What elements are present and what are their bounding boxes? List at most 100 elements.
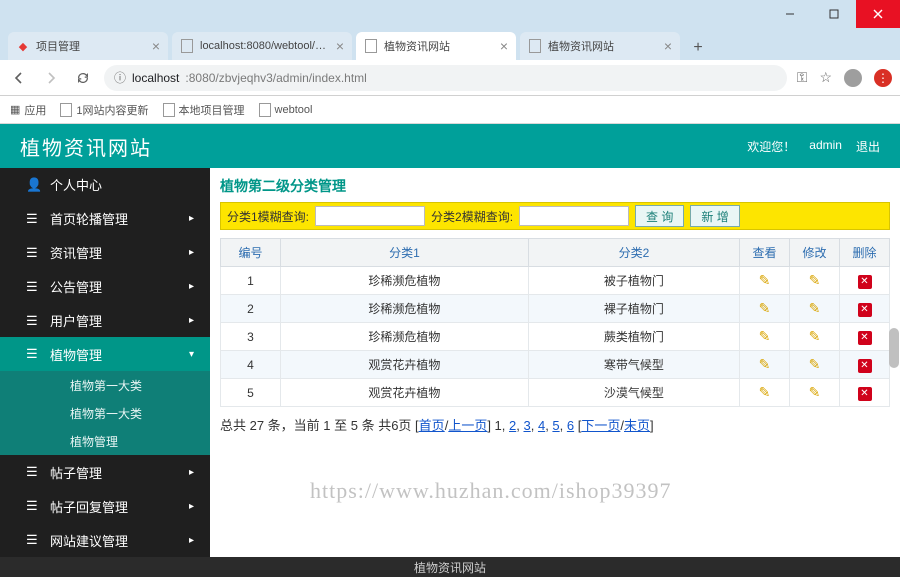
header-welcome: 欢迎您！ xyxy=(747,138,795,155)
browser-menu-button[interactable]: ⋮ xyxy=(874,69,892,87)
cell-id: 4 xyxy=(221,351,281,379)
doc-icon xyxy=(163,103,175,117)
nav-reload-button[interactable] xyxy=(72,67,94,89)
pager-summary: 总共 27 条，当前 1 至 5 条 共6页 [ xyxy=(220,418,419,433)
pager-first[interactable]: 首页 xyxy=(419,418,445,433)
sidebar-label: 首页轮播管理 xyxy=(50,209,128,228)
pager-next[interactable]: 下一页 xyxy=(581,418,620,433)
stack-icon: ☰ xyxy=(26,313,40,329)
pager-page-4[interactable]: 4 xyxy=(538,418,545,433)
app-title: 植物资讯网站 xyxy=(20,132,152,161)
sidebar-item-plants[interactable]: ☰ 植物管理 ▾ xyxy=(0,337,210,371)
sidebar-item-replies[interactable]: ☰帖子回复管理▸ xyxy=(0,489,210,523)
new-tab-button[interactable]: + xyxy=(684,36,712,60)
pager-page-3[interactable]: 3 xyxy=(523,418,530,433)
window-minimize-button[interactable] xyxy=(768,0,812,28)
data-table: 编号 分类1 分类2 查看 修改 删除 1珍稀濒危植物被子植物门✎✎✕2珍稀濒危… xyxy=(220,238,890,407)
stack-icon: ☰ xyxy=(26,464,40,480)
caret-down-icon: ▾ xyxy=(189,349,194,360)
browser-tab-2[interactable]: 植物资讯网站 × xyxy=(356,32,516,60)
bookmark-item-3[interactable]: webtool xyxy=(259,103,313,117)
header-logout-link[interactable]: 退出 xyxy=(856,138,880,155)
apps-icon: ▦ xyxy=(10,103,20,116)
sidebar-item-personal[interactable]: 👤个人中心 xyxy=(0,168,210,202)
pager-text: ] xyxy=(650,418,654,433)
profile-avatar[interactable] xyxy=(844,69,862,87)
edit-icon[interactable]: ✎ xyxy=(809,272,821,288)
tab-close-icon[interactable]: × xyxy=(336,38,344,54)
col-cat1: 分类1 xyxy=(281,239,529,267)
tab-close-icon[interactable]: × xyxy=(152,38,160,54)
caret-right-icon: ▸ xyxy=(189,535,194,546)
bookmark-star-icon[interactable]: ☆ xyxy=(819,69,832,86)
delete-icon[interactable]: ✕ xyxy=(858,275,872,289)
edit-icon[interactable]: ✎ xyxy=(809,328,821,344)
sidebar-item-posts[interactable]: ☰帖子管理▸ xyxy=(0,455,210,489)
stack-icon: ☰ xyxy=(26,279,40,295)
nav-back-button[interactable] xyxy=(8,67,30,89)
app-header: 植物资讯网站 欢迎您！ admin 退出 xyxy=(0,124,900,168)
footer-text: 植物资讯网站 xyxy=(414,559,486,576)
nav-forward-button[interactable] xyxy=(40,67,62,89)
sidebar-subitem-2[interactable]: 植物管理 xyxy=(0,427,210,455)
sidebar-item-news[interactable]: ☰资讯管理▸ xyxy=(0,236,210,270)
tab-close-icon[interactable]: × xyxy=(664,38,672,54)
tab-favicon xyxy=(180,39,194,53)
view-icon[interactable]: ✎ xyxy=(759,356,771,372)
delete-icon[interactable]: ✕ xyxy=(858,303,872,317)
sidebar-subitem-0[interactable]: 植物第一大类 xyxy=(0,371,210,399)
window-maximize-button[interactable] xyxy=(812,0,856,28)
sidebar-subitem-1[interactable]: 植物第一大类 xyxy=(0,399,210,427)
url-input[interactable]: ⓘ localhost :8080/zbvjeqhv3/admin/index.h… xyxy=(104,65,787,91)
pager-prev[interactable]: 上一页 xyxy=(448,418,487,433)
table-row: 3珍稀濒危植物蕨类植物门✎✎✕ xyxy=(221,323,890,351)
header-user-link[interactable]: admin xyxy=(809,138,842,155)
sidebar-item-users[interactable]: ☰ 用户管理 ▸ xyxy=(0,304,210,338)
filter-input-1[interactable] xyxy=(315,206,425,226)
tab-close-icon[interactable]: × xyxy=(500,38,508,54)
filter-label-1: 分类1模糊查询: xyxy=(227,208,309,225)
sidebar-label: 用户管理 xyxy=(50,311,102,330)
stack-icon: ☰ xyxy=(26,346,40,362)
pager-page-2[interactable]: 2 xyxy=(509,418,516,433)
view-icon[interactable]: ✎ xyxy=(759,384,771,400)
sidebar-label: 植物管理 xyxy=(50,345,102,364)
table-row: 1珍稀濒危植物被子植物门✎✎✕ xyxy=(221,267,890,295)
browser-tab-0[interactable]: ◆ 项目管理 × xyxy=(8,32,168,60)
delete-icon[interactable]: ✕ xyxy=(858,331,872,345)
tab-title: 植物资讯网站 xyxy=(548,38,658,54)
view-icon[interactable]: ✎ xyxy=(759,300,771,316)
pager-last[interactable]: 末页 xyxy=(624,418,650,433)
url-host: localhost xyxy=(132,71,179,85)
add-button[interactable]: 新 增 xyxy=(690,205,739,227)
pager-page-5[interactable]: 5 xyxy=(552,418,559,433)
sidebar-item-notice[interactable]: ☰公告管理▸ xyxy=(0,270,210,304)
browser-tab-1[interactable]: localhost:8080/webtool/all/in × xyxy=(172,32,352,60)
table-row: 2珍稀濒危植物裸子植物门✎✎✕ xyxy=(221,295,890,323)
bookmark-apps[interactable]: ▦应用 xyxy=(10,102,46,118)
sidebar-item-suggest[interactable]: ☰网站建议管理▸ xyxy=(0,523,210,557)
view-icon[interactable]: ✎ xyxy=(759,272,771,288)
filter-input-2[interactable] xyxy=(519,206,629,226)
edit-icon[interactable]: ✎ xyxy=(809,384,821,400)
browser-tab-3[interactable]: 植物资讯网站 × xyxy=(520,32,680,60)
delete-icon[interactable]: ✕ xyxy=(858,359,872,373)
scrollbar-thumb[interactable] xyxy=(889,328,899,368)
tab-title: 植物资讯网站 xyxy=(384,38,494,54)
edit-icon[interactable]: ✎ xyxy=(809,356,821,372)
window-close-button[interactable] xyxy=(856,0,900,28)
tab-title: localhost:8080/webtool/all/in xyxy=(200,40,330,52)
delete-icon[interactable]: ✕ xyxy=(858,387,872,401)
edit-icon[interactable]: ✎ xyxy=(809,300,821,316)
bookmark-item-2[interactable]: 本地项目管理 xyxy=(163,102,245,118)
sidebar-item-carousel[interactable]: ☰首页轮播管理▸ xyxy=(0,202,210,236)
caret-right-icon: ▸ xyxy=(189,315,194,326)
bookmark-item-1[interactable]: 1网站内容更新 xyxy=(60,102,148,118)
search-button[interactable]: 查 询 xyxy=(635,205,684,227)
url-path: :8080/zbvjeqhv3/admin/index.html xyxy=(185,71,366,85)
site-info-icon[interactable]: ⓘ xyxy=(114,69,126,86)
main-content: 植物第二级分类管理 分类1模糊查询: 分类2模糊查询: 查 询 新 增 编号 分… xyxy=(210,168,900,557)
col-delete: 删除 xyxy=(840,239,890,267)
password-key-icon[interactable]: ⚿ xyxy=(797,69,808,86)
view-icon[interactable]: ✎ xyxy=(759,328,771,344)
